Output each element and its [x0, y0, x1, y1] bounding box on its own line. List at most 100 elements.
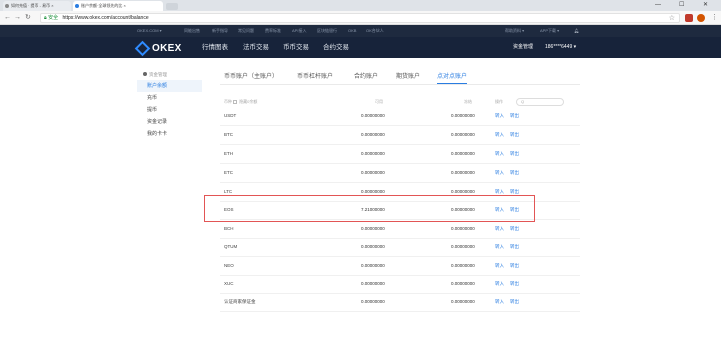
sidebar-item-records[interactable]: 资金记录 — [137, 116, 202, 128]
sidebar-item-balance[interactable]: 账户余额 — [137, 80, 202, 92]
tab-favicon-icon — [75, 4, 79, 8]
tab-contract[interactable]: 合约账户 — [354, 71, 378, 83]
transfer-out-link[interactable]: 转出 — [510, 126, 519, 144]
tab-spot-main[interactable]: 币币账户（主账户） — [224, 71, 278, 83]
wallet-icon — [143, 72, 147, 76]
okex-logo[interactable]: OKEX — [134, 40, 182, 56]
sidebar-item-deposit[interactable]: 充币 — [137, 92, 202, 104]
url-input[interactable]: 🔒︎ 安全 https://www.okex.com/account/balan… — [40, 13, 680, 23]
lock-icon: 🔒︎ — [44, 15, 47, 21]
hide-zero-checkbox[interactable] — [233, 100, 238, 104]
close-window-button[interactable]: ✕ — [703, 0, 708, 10]
available-value: 0.00000000 — [361, 113, 385, 118]
forward-icon[interactable]: → — [14, 12, 21, 24]
transfer-out-link[interactable]: 转出 — [510, 275, 519, 293]
bookmark-star-icon[interactable]: ☆ — [669, 14, 675, 23]
address-bar: ← → ↻ 🔒︎ 安全 https://www.okex.com/account… — [0, 11, 721, 25]
sidebar-title: 资金管理 — [137, 70, 202, 80]
frozen-value: 0.00000000 — [451, 299, 475, 304]
transfer-in-link[interactable]: 转入 — [495, 238, 504, 256]
frozen-value: 0.00000000 — [451, 281, 475, 286]
transfer-in-link[interactable]: 转入 — [495, 257, 504, 275]
frozen-value: 0.00000000 — [451, 151, 475, 156]
transfer-in-link[interactable]: 转入 — [495, 164, 504, 182]
tab-futures[interactable]: 期货账户 — [396, 71, 420, 83]
nav-item-spot-trade[interactable]: 币币交易 — [283, 37, 309, 58]
top-link[interactable]: OKEX.COM ▾ — [137, 25, 162, 37]
currency-name: ETH — [224, 151, 233, 156]
notification-bell-icon[interactable]: 🔔︎ — [574, 25, 579, 37]
table-row: BTC 0.00000000 0.00000000 转入 转出 — [220, 126, 580, 145]
table-row: BCH 0.00000000 0.00000000 转入 转出 — [220, 220, 580, 239]
transfer-out-link[interactable]: 转出 — [510, 164, 519, 182]
top-link[interactable]: 新手指导 — [212, 25, 228, 37]
tab-p2p[interactable]: 点对点账户 — [437, 71, 468, 84]
available-value: 0.00000000 — [361, 244, 385, 249]
transfer-out-link[interactable]: 转出 — [510, 293, 519, 311]
table-row: ETC 0.00000000 0.00000000 转入 转出 — [220, 164, 580, 183]
top-link[interactable]: OKB — [348, 25, 356, 37]
sidebar-item-withdraw[interactable]: 提币 — [137, 104, 202, 116]
extension-icon[interactable] — [697, 14, 705, 22]
transfer-out-link[interactable]: 转出 — [510, 107, 519, 125]
available-value: 0.00000000 — [361, 132, 385, 137]
available-value: 0.00000000 — [361, 170, 385, 175]
currency-name: BCH — [224, 226, 234, 231]
maximize-button[interactable]: ☐ — [679, 0, 684, 10]
browser-tab[interactable]: 如何充值 · 提币 - 易币 × — [3, 1, 71, 11]
table-row: USDT 0.00000000 0.00000000 转入 转出 — [220, 107, 580, 126]
top-link[interactable]: APP下载 ▾ — [540, 25, 559, 37]
top-link[interactable]: 区块链银行 — [317, 25, 337, 37]
frozen-value: 0.00000000 — [451, 132, 475, 137]
nav-item-market-chart[interactable]: 行情图表 — [202, 37, 228, 58]
currency-name: QTUM — [224, 244, 238, 249]
frozen-value: 0.00000000 — [451, 244, 475, 249]
back-icon[interactable]: ← — [4, 12, 11, 24]
top-link[interactable]: API接入 — [292, 25, 306, 37]
table-row: QTUM 0.00000000 0.00000000 转入 转出 — [220, 238, 580, 257]
top-link[interactable]: 同能出售 — [184, 25, 200, 37]
browser-tab-strip: 如何充值 · 提币 - 易币 × 账户余额·全球领先的比 × — ☐ ✕ — [0, 0, 721, 11]
currency-search-input[interactable]: Q — [516, 98, 564, 106]
logo-text: OKEX — [152, 42, 182, 54]
transfer-in-link[interactable]: 转入 — [495, 293, 504, 311]
transfer-in-link[interactable]: 转入 — [495, 275, 504, 293]
table-row: XUC 0.00000000 0.00000000 转入 转出 — [220, 275, 580, 294]
sidebar-item-cards[interactable]: 我的卡卡 — [137, 128, 202, 140]
frozen-value: 0.00000000 — [451, 113, 475, 118]
top-link[interactable]: 帮助资料 ▾ — [505, 25, 524, 37]
eos-row-highlight-box — [204, 195, 535, 222]
menu-icon[interactable]: ⋮ — [711, 12, 718, 24]
tab-margin[interactable]: 币币杠杆账户 — [297, 71, 333, 83]
top-link[interactable]: OK合伙人 — [366, 25, 384, 37]
nav-item-futures-trade[interactable]: 合约交易 — [323, 37, 349, 58]
transfer-out-link[interactable]: 转出 — [510, 257, 519, 275]
table-row: 认证商家保证金 0.00000000 0.00000000 转入 转出 — [220, 293, 580, 312]
hide-zero-label: 隐藏0余额 — [239, 99, 258, 104]
transfer-in-link[interactable]: 转入 — [495, 126, 504, 144]
transfer-in-link[interactable]: 转入 — [495, 145, 504, 163]
extension-icon[interactable] — [685, 14, 693, 22]
funds-management-link[interactable]: 资金管理 — [513, 37, 533, 58]
transfer-out-link[interactable]: 转出 — [510, 220, 519, 238]
transfer-out-link[interactable]: 转出 — [510, 145, 519, 163]
tab-title: 账户余额·全球领先的比 × — [81, 3, 126, 8]
nav-item-fiat-trade[interactable]: 法币交易 — [243, 37, 269, 58]
available-value: 0.00000000 — [361, 263, 385, 268]
browser-tab-active[interactable]: 账户余额·全球领先的比 × — [73, 1, 163, 11]
available-value: 0.00000000 — [361, 151, 385, 156]
currency-name: USDT — [224, 113, 237, 118]
secure-label: 安全 — [48, 15, 59, 21]
account-tabs: 币币账户（主账户） 币币杠杆账户 合约账户 期货账户 点对点账户 — [220, 71, 580, 85]
transfer-in-link[interactable]: 转入 — [495, 220, 504, 238]
top-link[interactable]: 费率标准 — [265, 25, 281, 37]
frozen-value: 0.00000000 — [451, 226, 475, 231]
new-tab-button[interactable] — [166, 3, 178, 10]
table-header: 币种 隐藏0余额 可用 冻结 操作 Q — [220, 97, 580, 107]
reload-icon[interactable]: ↻ — [25, 12, 31, 24]
top-link[interactable]: 常见问题 — [238, 25, 254, 37]
user-account-menu[interactable]: 186****6449 ▾ — [545, 37, 576, 58]
transfer-out-link[interactable]: 转出 — [510, 238, 519, 256]
minimize-button[interactable]: — — [655, 0, 661, 10]
transfer-in-link[interactable]: 转入 — [495, 107, 504, 125]
